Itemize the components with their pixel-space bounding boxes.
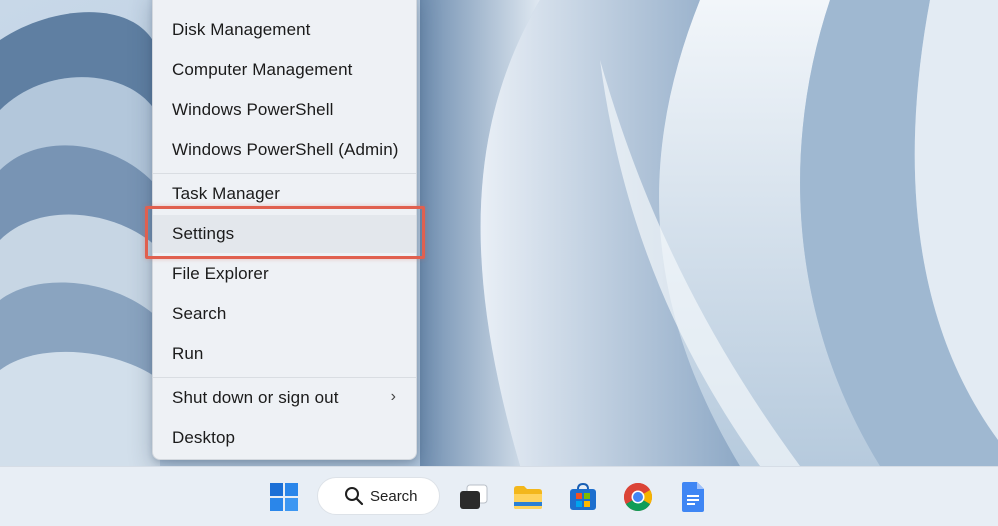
menu-item-label: Shut down or sign out <box>172 388 339 407</box>
menu-item-settings[interactable]: Settings <box>153 215 416 253</box>
menu-item-windows-powershell[interactable]: Windows PowerShell <box>153 91 416 129</box>
search-label: Search <box>370 487 418 505</box>
file-explorer-icon <box>514 486 542 509</box>
search-icon <box>345 487 364 506</box>
menu-item-label: Run <box>172 344 204 363</box>
task-view-button[interactable] <box>455 479 491 515</box>
menu-item-label: Windows PowerShell (Admin) <box>172 140 399 159</box>
desktop-wallpaper <box>0 0 998 466</box>
chrome-button[interactable] <box>620 479 656 515</box>
menu-item-windows-powershell-admin[interactable]: Windows PowerShell (Admin) <box>153 131 416 169</box>
menu-item-label: Desktop <box>172 428 236 447</box>
taskbar-search-box[interactable]: Search <box>317 477 440 515</box>
menu-item-label: Search <box>172 304 227 323</box>
menu-item-label: Disk Management <box>172 20 311 39</box>
menu-item-label: Computer Management <box>172 60 353 79</box>
menu-item-shut-down-or-sign-out[interactable]: Shut down or sign out › <box>153 379 416 417</box>
menu-separator <box>153 173 416 174</box>
menu-item-file-explorer[interactable]: File Explorer <box>153 255 416 293</box>
menu-item-label: Task Manager <box>172 184 280 203</box>
google-docs-icon <box>682 482 704 512</box>
quick-link-menu: Disk Management Computer Management Wind… <box>152 0 417 460</box>
microsoft-store-button[interactable] <box>565 479 601 515</box>
start-button[interactable] <box>266 479 302 515</box>
menu-item-disk-management[interactable]: Disk Management <box>153 11 416 49</box>
google-docs-button[interactable] <box>675 479 711 515</box>
menu-item-search[interactable]: Search <box>153 295 416 333</box>
menu-item-label: File Explorer <box>172 264 269 283</box>
menu-item-desktop[interactable]: Desktop <box>153 419 416 457</box>
task-view-icon <box>460 484 488 509</box>
windows-start-icon <box>270 483 298 511</box>
menu-item-label: Windows PowerShell <box>172 100 334 119</box>
microsoft-store-icon <box>570 482 596 510</box>
chrome-icon <box>624 483 652 511</box>
chevron-right-icon: › <box>390 388 396 406</box>
menu-separator <box>153 377 416 378</box>
menu-item-task-manager[interactable]: Task Manager <box>153 175 416 213</box>
menu-item-label: Settings <box>172 224 235 243</box>
file-explorer-button[interactable] <box>510 479 546 515</box>
taskbar: Search <box>0 466 998 526</box>
menu-item-computer-management[interactable]: Computer Management <box>153 51 416 89</box>
menu-item-run[interactable]: Run <box>153 335 416 373</box>
